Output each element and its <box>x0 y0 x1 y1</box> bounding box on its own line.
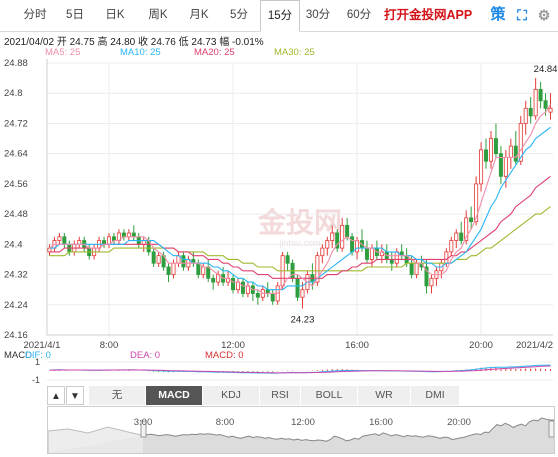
candle-body <box>459 232 464 241</box>
candle-body <box>126 232 131 238</box>
candle-body <box>330 232 335 241</box>
ma-legend-item: MA30: 25 <box>274 47 315 58</box>
navigator-handle-right <box>548 420 554 438</box>
navigator-time-label: 16:00 <box>369 417 393 428</box>
candle-body <box>389 259 394 264</box>
indicator-tab-无[interactable]: 无 <box>89 386 146 405</box>
candle-body <box>528 107 533 117</box>
navigator-time-label: 3:00 <box>134 417 153 428</box>
x-tick-label: 20:00 <box>469 340 493 351</box>
scroll-up-button[interactable]: ▲ <box>47 386 65 405</box>
candle-body <box>151 251 156 264</box>
indicator-tab-kdj[interactable]: KDJ <box>203 386 260 405</box>
candle-body <box>350 236 355 253</box>
candle-body <box>355 240 360 253</box>
x-tick-label: 8:00 <box>100 340 119 351</box>
candle-body <box>201 266 206 275</box>
price-chart[interactable]: 金投网jintou.com 24.88 24.8 24.72 24.64 24.56 24.… <box>0 0 558 386</box>
candle-body <box>414 262 419 275</box>
y-tick-label: 24.24 <box>4 300 28 311</box>
y-tick-label: 24.56 <box>4 179 28 190</box>
x-tick-label: 16:00 <box>345 340 369 351</box>
extreme-value-label: 24.84 <box>534 64 558 75</box>
candle-body <box>503 157 508 177</box>
ma-legend-item: MA10: 25 <box>120 47 161 58</box>
candle-body <box>156 255 161 264</box>
y-tick-label: 24.48 <box>4 209 28 220</box>
candle-body <box>285 255 290 264</box>
candle-body <box>300 289 305 298</box>
watermark-text: 金投网 <box>257 206 342 238</box>
candle-body <box>171 262 176 275</box>
x-tick-label: 2021/4/2 <box>516 340 553 351</box>
candle-body <box>62 236 67 245</box>
ma-legend-item: MA20: 25 <box>194 47 235 58</box>
candle-body <box>364 247 369 260</box>
candle-body <box>270 293 275 302</box>
candle-body <box>548 107 553 113</box>
candle-body <box>166 266 171 275</box>
candle-body <box>325 240 330 249</box>
indicator-tab-wr[interactable]: WR <box>358 386 411 405</box>
scroll-down-button[interactable]: ▼ <box>66 386 84 405</box>
y-tick-label: 24.88 <box>4 58 28 69</box>
candle-body <box>493 138 498 155</box>
candle-body <box>340 225 345 249</box>
candle-body <box>206 266 211 279</box>
navigator-unselected <box>48 407 143 453</box>
macd-legend-item: MACD: 0 <box>205 350 244 361</box>
candle-body <box>394 251 399 264</box>
candle-body <box>240 281 245 294</box>
candle-body <box>57 236 62 241</box>
candle-body <box>181 255 186 268</box>
ma-legend-item: MA5: 25 <box>45 47 80 58</box>
indicator-tab-macd[interactable]: MACD <box>146 386 203 405</box>
indicator-tab-boll[interactable]: BOLL <box>301 386 358 405</box>
candle-body <box>533 89 538 117</box>
candle-body <box>295 277 300 298</box>
extreme-value-label: 24.23 <box>291 315 315 326</box>
candle-body <box>523 107 528 124</box>
candle-body <box>484 149 489 162</box>
watermark-subtext: jintou.com <box>278 238 320 248</box>
candle-body <box>47 247 52 253</box>
navigator-time-label: 12:00 <box>291 417 315 428</box>
candle-body <box>538 89 543 102</box>
candle-body <box>369 247 374 260</box>
candle-body <box>454 232 459 241</box>
candle-body <box>111 236 116 241</box>
y-tick-label: 24.64 <box>4 149 28 160</box>
candle-body <box>231 277 236 291</box>
indicator-tab-rsi[interactable]: RSI <box>260 386 301 405</box>
candle-body <box>131 232 136 238</box>
indicator-tab-dmi[interactable]: DMI <box>411 386 460 405</box>
candle-body <box>196 262 201 275</box>
candle-body <box>320 247 325 257</box>
candle-body <box>444 251 449 264</box>
y-tick-label: 24.32 <box>4 270 28 281</box>
candle-body <box>479 149 484 185</box>
macd-legend-item: DEA: 0 <box>130 350 160 361</box>
candle-body <box>513 145 518 162</box>
candle-body <box>211 277 216 283</box>
y-tick-label: 24.72 <box>4 118 28 129</box>
candle-body <box>409 262 414 275</box>
y-tick-label: 24.8 <box>4 88 23 99</box>
dif-line <box>49 364 551 374</box>
macd-tick-label: -1 <box>32 375 40 385</box>
candle-body <box>488 138 493 162</box>
candle-body <box>543 100 548 109</box>
candle-body <box>449 240 454 253</box>
navigator-time-label: 20:00 <box>447 417 471 428</box>
candle-body <box>345 225 350 238</box>
candle-body <box>121 232 126 238</box>
candle-body <box>429 277 434 287</box>
navigator-time-label: 8:00 <box>216 417 235 428</box>
macd-legend-item: DIF: 0 <box>25 350 51 361</box>
range-navigator[interactable]: 3:00 8:00 12:00 16:00 20:00 <box>47 406 555 454</box>
candle-body <box>255 293 260 298</box>
candle-body <box>508 145 513 158</box>
candle-body <box>469 217 474 223</box>
y-tick-label: 24.4 <box>4 239 23 250</box>
